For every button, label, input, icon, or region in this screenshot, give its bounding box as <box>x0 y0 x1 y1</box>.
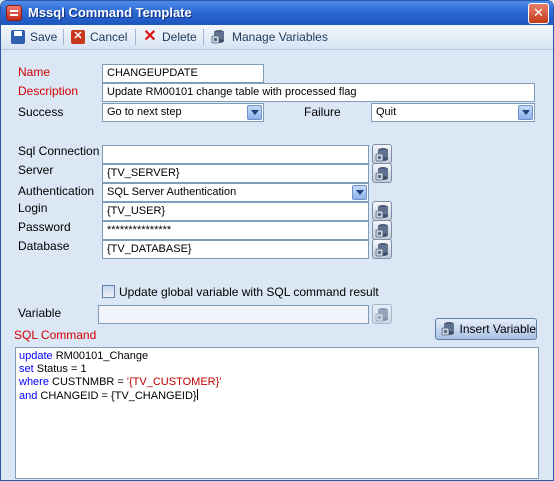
update-global-label: Update global variable with SQL command … <box>119 285 379 299</box>
database-label: Database <box>18 239 70 253</box>
variable-picker-button[interactable] <box>372 304 392 324</box>
delete-button[interactable]: ✕ Delete <box>143 27 197 47</box>
password-input[interactable]: *************** <box>102 221 369 240</box>
sql-connection-label: Sql Connection <box>18 144 100 158</box>
failure-label: Failure <box>304 105 341 119</box>
authentication-value: SQL Server Authentication <box>107 186 237 198</box>
database-icon <box>375 166 389 181</box>
login-label: Login <box>18 201 48 215</box>
success-label: Success <box>18 105 64 119</box>
database-icon <box>375 242 389 257</box>
sql-keyword: where <box>19 376 49 388</box>
database-icon <box>375 307 389 322</box>
database-icon <box>375 223 389 238</box>
code-line: and CHANGEID = {TV_CHANGEID} <box>19 389 535 403</box>
failure-value: Quit <box>376 106 397 118</box>
login-input[interactable]: {TV_USER} <box>102 202 369 221</box>
database-input[interactable]: {TV_DATABASE} <box>102 240 369 259</box>
code-line: update RM00101_Change <box>19 350 535 363</box>
description-label: Description <box>18 84 79 98</box>
name-label: Name <box>18 65 51 79</box>
delete-icon: ✕ <box>143 28 157 45</box>
update-global-checkbox[interactable] <box>102 285 115 298</box>
insert-variable-button[interactable]: Insert Variable <box>435 318 537 340</box>
cancel-label: Cancel <box>90 30 128 44</box>
password-variable-button[interactable] <box>372 220 392 240</box>
sql-keyword: and <box>19 390 38 402</box>
toolbar-separator <box>63 29 64 45</box>
variable-label: Variable <box>18 306 62 320</box>
authentication-select[interactable]: SQL Server Authentication <box>102 183 369 202</box>
database-icon <box>375 204 389 219</box>
manage-variables-label: Manage Variables <box>232 30 328 44</box>
app-icon <box>6 5 22 21</box>
chevron-down-icon[interactable] <box>518 105 533 120</box>
save-button[interactable]: Save <box>11 27 57 47</box>
toolbar-separator <box>135 29 136 45</box>
cancel-button[interactable]: Cancel <box>71 27 127 47</box>
sql-connection-variable-button[interactable] <box>372 144 392 164</box>
authentication-label: Authentication <box>18 184 95 198</box>
close-button[interactable]: ✕ <box>528 3 549 24</box>
save-label: Save <box>30 30 58 44</box>
sql-connection-input[interactable] <box>102 145 369 164</box>
save-icon <box>11 30 25 44</box>
server-label: Server <box>18 163 54 177</box>
code-line: where CUSTNMBR = '{TV_CUSTOMER}' <box>19 376 535 389</box>
delete-label: Delete <box>162 30 197 44</box>
database-icon <box>441 321 455 336</box>
success-value: Go to next step <box>107 106 182 118</box>
password-label: Password <box>18 220 71 234</box>
mssql-command-window: Mssql Command Template ✕ Save Cancel ✕ D… <box>0 0 554 481</box>
database-icon <box>375 147 389 162</box>
sql-command-editor[interactable]: update RM00101_Change set Status = 1 whe… <box>15 347 539 479</box>
variable-input[interactable] <box>98 305 369 324</box>
sql-command-label: SQL Command <box>14 328 97 342</box>
sql-text: CHANGEID = {TV_CHANGEID} <box>37 390 197 402</box>
sql-string: '{TV_CUSTOMER}' <box>126 376 222 388</box>
success-select[interactable]: Go to next step <box>102 103 264 122</box>
name-input[interactable]: CHANGEUPDATE <box>102 64 264 83</box>
server-input[interactable]: {TV_SERVER} <box>102 164 369 183</box>
server-variable-button[interactable] <box>372 163 392 183</box>
title-bar[interactable]: Mssql Command Template ✕ <box>1 1 553 25</box>
login-variable-button[interactable] <box>372 201 392 221</box>
sql-text: RM00101_Change <box>52 350 149 362</box>
description-input[interactable]: Update RM00101 change table with process… <box>102 83 535 102</box>
toolbar: Save Cancel ✕ Delete Manage Variables <box>1 25 553 50</box>
window-title: Mssql Command Template <box>28 5 192 20</box>
manage-variables-button[interactable]: Manage Variables <box>211 27 328 47</box>
failure-select[interactable]: Quit <box>371 103 535 122</box>
sql-keyword: set <box>19 363 34 375</box>
cancel-icon <box>71 29 85 44</box>
database-icon <box>211 29 225 44</box>
chevron-down-icon[interactable] <box>352 185 367 200</box>
database-variable-button[interactable] <box>372 239 392 259</box>
insert-variable-label: Insert Variable <box>459 322 536 336</box>
chevron-down-icon[interactable] <box>247 105 262 120</box>
code-line: set Status = 1 <box>19 363 535 376</box>
toolbar-separator <box>203 29 204 45</box>
sql-text: CUSTNMBR = <box>48 376 127 388</box>
sql-keyword: update <box>19 350 53 362</box>
sql-text: Status = 1 <box>33 363 87 375</box>
text-caret <box>196 389 198 400</box>
